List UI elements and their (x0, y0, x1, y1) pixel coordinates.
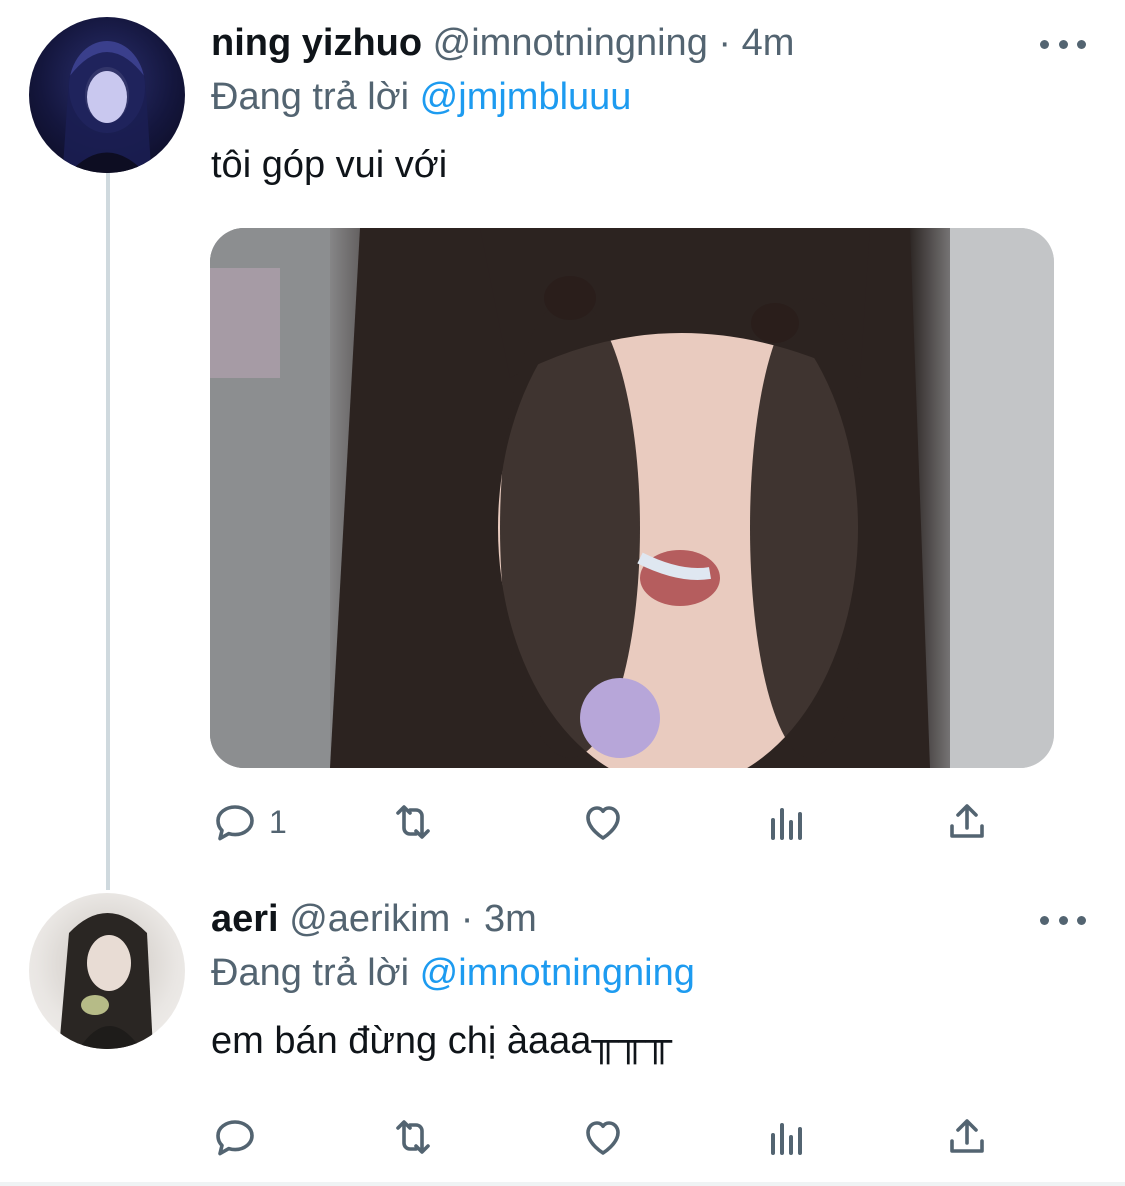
heart-icon (586, 1121, 620, 1155)
replying-to: Đang trả lời @jmjmbluuu (211, 76, 631, 119)
avatar[interactable] (29, 17, 185, 173)
avatar[interactable] (29, 893, 185, 1049)
share-button[interactable] (943, 798, 991, 846)
display-name[interactable]: aeri (211, 898, 279, 940)
display-name[interactable]: ning yizhuo (211, 22, 422, 64)
reply-icon (216, 805, 254, 841)
replying-to-label: Đang trả lời (211, 952, 410, 994)
analytics-icon (771, 808, 802, 840)
timestamp[interactable]: 3m (484, 898, 537, 940)
replying-to: Đang trả lời @imnotningning (211, 952, 695, 995)
more-icon[interactable] (1040, 37, 1086, 51)
tweet-text: em bán đừng chị àaaa╥╥╥ (211, 1020, 673, 1062)
share-button[interactable] (943, 1113, 991, 1161)
mention-link[interactable]: @jmjmbluuu (420, 76, 632, 118)
tweet-media-photo[interactable] (210, 228, 1054, 768)
reply-button[interactable] (211, 1113, 269, 1161)
retweet-icon (396, 1120, 430, 1154)
retweet-button[interactable] (389, 1113, 437, 1161)
heart-icon (586, 806, 620, 840)
tweet-header: aeri @aerikim · 3m (211, 898, 537, 941)
separator-dot: · (718, 22, 732, 64)
retweet-button[interactable] (389, 798, 437, 846)
separator-dot: · (460, 898, 474, 940)
tweet-actions (211, 1113, 1011, 1161)
avatar-image (63, 41, 151, 173)
reply-button[interactable]: 1 (211, 798, 287, 846)
like-button[interactable] (579, 798, 627, 846)
timestamp[interactable]: 4m (742, 22, 795, 64)
photo-image (210, 228, 1054, 768)
views-button[interactable] (763, 1113, 811, 1161)
more-icon[interactable] (1040, 913, 1086, 927)
tweet-actions: 1 (211, 798, 1011, 846)
retweet-icon (396, 805, 430, 839)
reply-count: 1 (269, 803, 287, 840)
user-handle[interactable]: @aerikim (289, 898, 450, 940)
reply-icon (216, 1120, 254, 1156)
like-button[interactable] (579, 1113, 627, 1161)
avatar-image (59, 913, 153, 1049)
thread-connector-line (106, 172, 110, 890)
divider (0, 1182, 1125, 1186)
views-button[interactable] (763, 798, 811, 846)
replying-to-label: Đang trả lời (211, 76, 410, 118)
tweet-header: ning yizhuo @imnotningning · 4m (211, 22, 794, 65)
tweet-text: tôi góp vui với (211, 144, 448, 186)
mention-link[interactable]: @imnotningning (420, 952, 695, 994)
share-icon (950, 804, 984, 838)
share-icon (950, 1119, 984, 1153)
analytics-icon (771, 1123, 802, 1155)
user-handle[interactable]: @imnotningning (433, 22, 708, 64)
